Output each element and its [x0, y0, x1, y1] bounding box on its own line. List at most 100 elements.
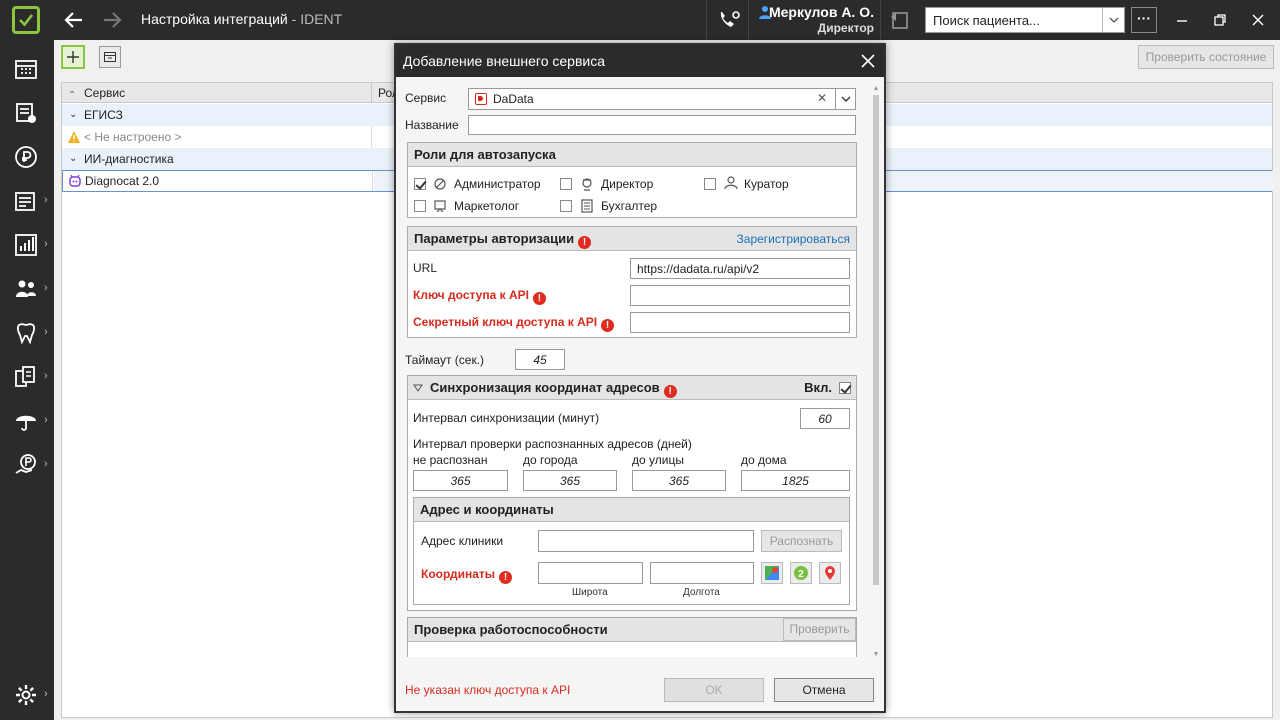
marketer-icon: [434, 200, 446, 213]
user-role: Директор: [817, 21, 874, 35]
sidebar-item-reports[interactable]: ›: [0, 180, 54, 220]
dadata-logo-icon: [475, 93, 487, 105]
sidebar-item-payments[interactable]: ›: [0, 444, 54, 484]
check-status-button[interactable]: Проверить состояние: [1138, 45, 1274, 69]
role-checkbox-marketer[interactable]: [414, 200, 426, 212]
chevron-down-icon[interactable]: ⌄: [69, 148, 77, 170]
scroll-up-icon[interactable]: ▲: [872, 85, 880, 93]
google-maps-button[interactable]: [761, 562, 783, 584]
sync-panel-header[interactable]: Синхронизация координат адресов! Вкл.: [408, 376, 856, 400]
cancel-button[interactable]: Отмена: [774, 678, 874, 702]
title-divider: [748, 0, 749, 40]
chevron-down-icon[interactable]: [835, 89, 855, 109]
column-header-service[interactable]: ⌃ Сервис: [62, 83, 372, 103]
user-name: Меркулов А. О.: [768, 4, 874, 20]
url-input[interactable]: https://dadata.ru/api/v2: [630, 258, 850, 279]
check-input-house[interactable]: 1825: [741, 470, 850, 491]
sync-interval-label: Интервал синхронизации (минут): [413, 411, 600, 425]
scroll-down-icon[interactable]: ▼: [872, 651, 880, 659]
url-label: URL: [413, 261, 438, 275]
title-bar: Настройка интеграций - IDENT Меркулов А.…: [0, 0, 1280, 40]
recognize-button[interactable]: Распознать: [761, 530, 842, 552]
api-key-label: Ключ доступа к API!: [413, 288, 546, 305]
checklist-icon: [16, 103, 36, 123]
validation-error-text: Не указан ключ доступа к API: [405, 683, 571, 697]
minimize-icon[interactable]: [1172, 10, 1192, 30]
sidebar-item-dental[interactable]: ›: [0, 312, 54, 352]
sidebar-item-patients[interactable]: ›: [0, 268, 54, 308]
sidebar-item-lab[interactable]: ›: [0, 356, 54, 396]
yandex-maps-button[interactable]: [819, 562, 841, 584]
chevron-right-icon: ›: [44, 688, 48, 700]
role-checkbox-curator[interactable]: [704, 178, 716, 190]
dialog-scrollbar[interactable]: ▲ ▼: [872, 85, 880, 659]
auth-panel-header: Параметры авторизации! Зарегистрироватьс…: [408, 227, 856, 251]
sync-interval-input[interactable]: 60: [800, 408, 850, 429]
error-icon: !: [601, 319, 615, 332]
more-menu-button[interactable]: ···: [1131, 7, 1157, 33]
sidebar-item-finance[interactable]: [0, 136, 54, 176]
collapse-all-icon[interactable]: ⌃: [68, 86, 76, 106]
check-input-unrecognized[interactable]: 365: [413, 470, 508, 491]
sidebar-item-tasks[interactable]: [0, 92, 54, 132]
title-divider: [880, 0, 881, 40]
name-input[interactable]: [468, 115, 856, 135]
role-label-accountant: Бухгалтер: [601, 199, 658, 213]
auth-panel: Параметры авторизации! Зарегистрироватьс…: [407, 226, 857, 338]
check-input-street[interactable]: 365: [632, 470, 726, 491]
back-arrow-icon[interactable]: [62, 8, 86, 32]
timeout-input[interactable]: 45: [515, 349, 565, 370]
sidebar-item-settings[interactable]: ›: [0, 674, 54, 714]
clear-icon[interactable]: ✕: [817, 91, 827, 105]
register-link[interactable]: Зарегистрироваться: [737, 227, 850, 251]
check-input-city[interactable]: 365: [523, 470, 617, 491]
sync-enabled-checkbox[interactable]: [839, 382, 851, 394]
clinic-address-label: Адрес клиники: [421, 534, 504, 548]
plus-icon: [67, 51, 79, 63]
longitude-input[interactable]: [650, 562, 754, 584]
restore-icon[interactable]: [1210, 10, 1230, 30]
role-checkbox-admin[interactable]: [414, 178, 426, 190]
ok-button[interactable]: OK: [664, 678, 764, 702]
chevron-down-icon[interactable]: [1102, 8, 1124, 32]
health-check-button[interactable]: Проверить: [783, 618, 856, 641]
scrollbar-thumb[interactable]: [873, 95, 879, 585]
forward-arrow-icon[interactable]: [100, 8, 124, 32]
patient-search[interactable]: [925, 7, 1125, 33]
coords-label: Координаты!: [421, 567, 513, 584]
chevron-right-icon: ›: [44, 238, 48, 250]
role-checkbox-director[interactable]: [560, 178, 572, 190]
check-label-street: до улицы: [632, 453, 684, 467]
phone-settings-icon[interactable]: [716, 8, 742, 32]
undo-history-icon[interactable]: [888, 8, 912, 32]
service-select[interactable]: DaData ✕: [468, 88, 856, 110]
sidebar-item-insurance[interactable]: ›: [0, 400, 54, 440]
role-label-marketer: Маркетолог: [454, 199, 520, 213]
role-checkbox-accountant[interactable]: [560, 200, 572, 212]
sidebar-item-analytics[interactable]: ›: [0, 224, 54, 264]
user-info[interactable]: Меркулов А. О. Директор: [758, 4, 874, 35]
role-label-curator: Куратор: [744, 177, 789, 191]
sidebar-item-schedule[interactable]: [0, 48, 54, 88]
service-select-value: DaData: [493, 92, 534, 106]
check-interval-label: Интервал проверки распознанных адресов (…: [413, 437, 692, 451]
roles-panel: Роли для автозапуска Администратор Дирек…: [407, 142, 857, 218]
patient-search-input[interactable]: [926, 8, 1096, 32]
2gis-button[interactable]: 2: [790, 562, 812, 584]
close-icon[interactable]: [858, 51, 878, 71]
add-service-button[interactable]: [61, 45, 85, 69]
admin-icon: [434, 178, 446, 190]
close-window-icon[interactable]: [1248, 10, 1268, 30]
api-key-input[interactable]: [630, 285, 850, 306]
secret-key-label-text: Секретный ключ доступа к API: [413, 315, 598, 329]
latitude-input[interactable]: [538, 562, 643, 584]
archive-button[interactable]: [99, 46, 121, 68]
clinic-address-input[interactable]: [538, 530, 754, 552]
app-logo-icon[interactable]: [12, 6, 40, 34]
service-label: Сервис: [405, 91, 447, 105]
chevron-right-icon: ›: [44, 414, 48, 426]
secret-key-input[interactable]: [630, 312, 850, 333]
error-icon: !: [499, 571, 513, 584]
collapse-triangle-icon[interactable]: [413, 384, 423, 392]
chevron-down-icon[interactable]: ⌄: [69, 104, 77, 126]
